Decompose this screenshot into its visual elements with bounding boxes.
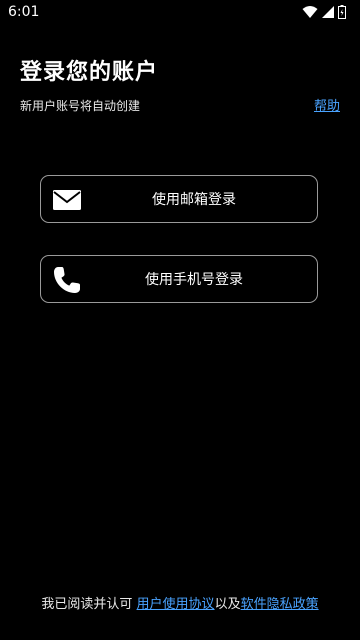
status-time: 6:01 (8, 4, 40, 20)
mail-icon (53, 190, 81, 210)
email-login-button[interactable]: 使用邮箱登录 (40, 175, 318, 223)
phone-icon (54, 267, 80, 293)
agreement-connector: 以及 (214, 597, 241, 612)
page-title: 登录您的账户 (20, 60, 159, 85)
status-icons (302, 5, 346, 19)
help-link[interactable]: 帮助 (314, 95, 340, 114)
footer-agreement: 我已阅读并认可 用户使用协议以及软件隐私政策 (0, 593, 360, 612)
user-agreement-link[interactable]: 用户使用协议 (137, 597, 215, 612)
privacy-policy-link[interactable]: 软件隐私政策 (241, 597, 319, 612)
wifi-icon (302, 6, 318, 18)
battery-icon (338, 5, 346, 19)
agreement-prefix: 我已阅读并认可 (41, 597, 133, 612)
page-subtitle: 新用户账号将自动创建 (20, 99, 141, 113)
phone-login-button[interactable]: 使用手机号登录 (40, 255, 318, 303)
signal-icon (322, 6, 334, 18)
status-bar: 6:01 (0, 0, 360, 24)
